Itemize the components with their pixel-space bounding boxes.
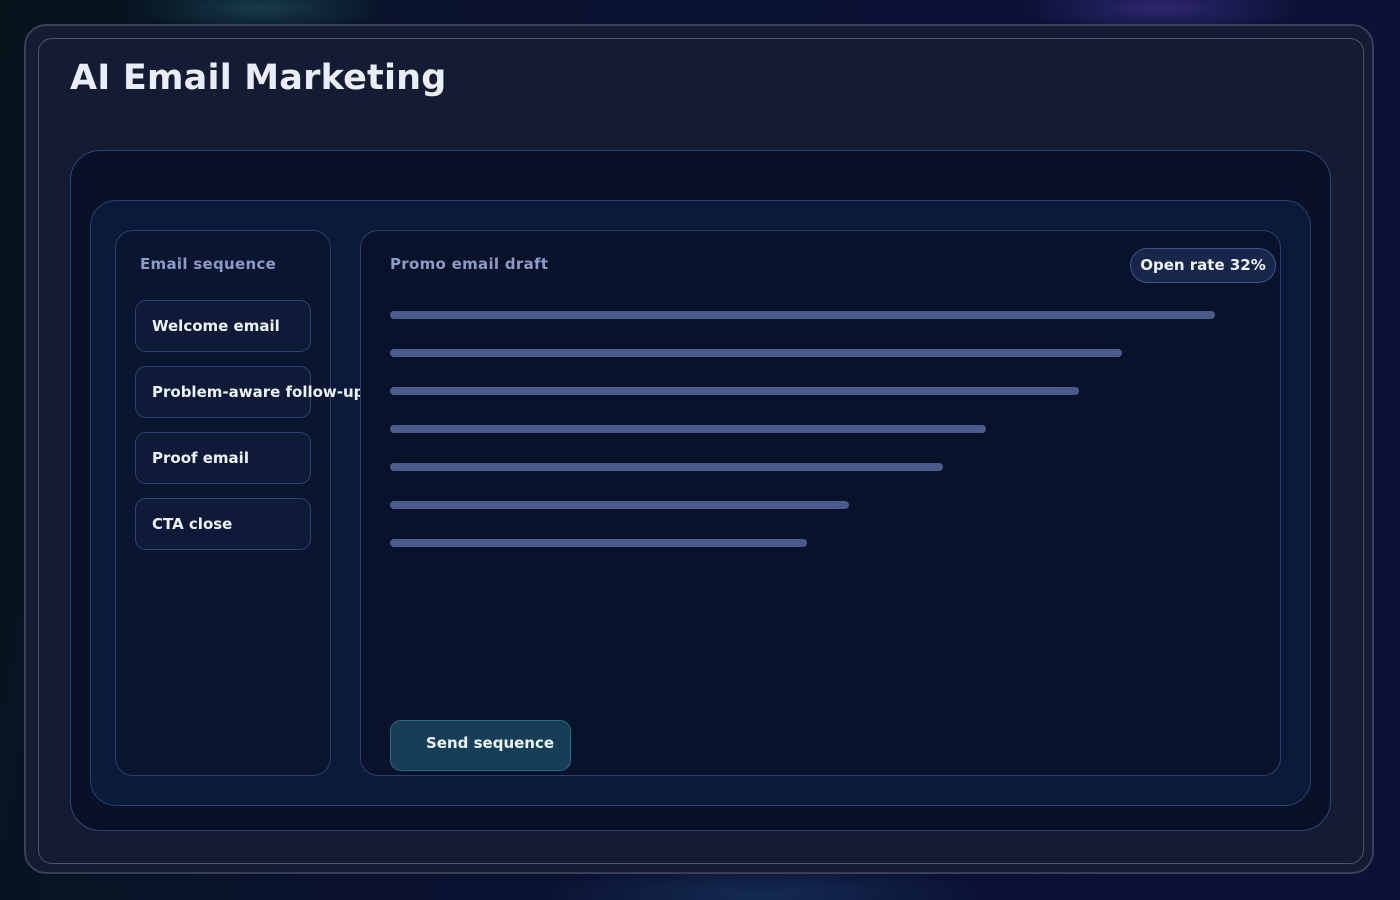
editor-heading: Promo email draft — [390, 255, 549, 273]
draft-text-line — [390, 463, 943, 471]
sequence-item-label: CTA close — [152, 515, 233, 533]
draft-text-line — [390, 425, 986, 433]
draft-text-line — [390, 539, 807, 547]
sequence-item-welcome-email[interactable]: Welcome email — [135, 300, 311, 352]
sequence-item-label: Problem-aware follow-up — [152, 383, 365, 401]
sequence-item-label: Proof email — [152, 449, 249, 467]
draft-text-line — [390, 349, 1122, 357]
sequence-item-label: Welcome email — [152, 317, 280, 335]
draft-text-line — [390, 311, 1215, 319]
open-rate-badge: Open rate 32% — [1130, 248, 1276, 283]
draft-text-line — [390, 501, 849, 509]
draft-text-line — [390, 387, 1079, 395]
send-sequence-label: Send sequence — [426, 734, 555, 752]
sequence-item-cta-close[interactable]: CTA close — [135, 498, 311, 550]
sequence-item-problem-aware-follow-up[interactable]: Problem-aware follow-up — [135, 366, 364, 418]
send-sequence-button[interactable]: Send sequence — [390, 720, 571, 771]
sequence-item-proof-email[interactable]: Proof email — [135, 432, 311, 484]
page-title: AI Email Marketing — [70, 58, 447, 98]
sidebar-heading: Email sequence — [140, 255, 277, 273]
